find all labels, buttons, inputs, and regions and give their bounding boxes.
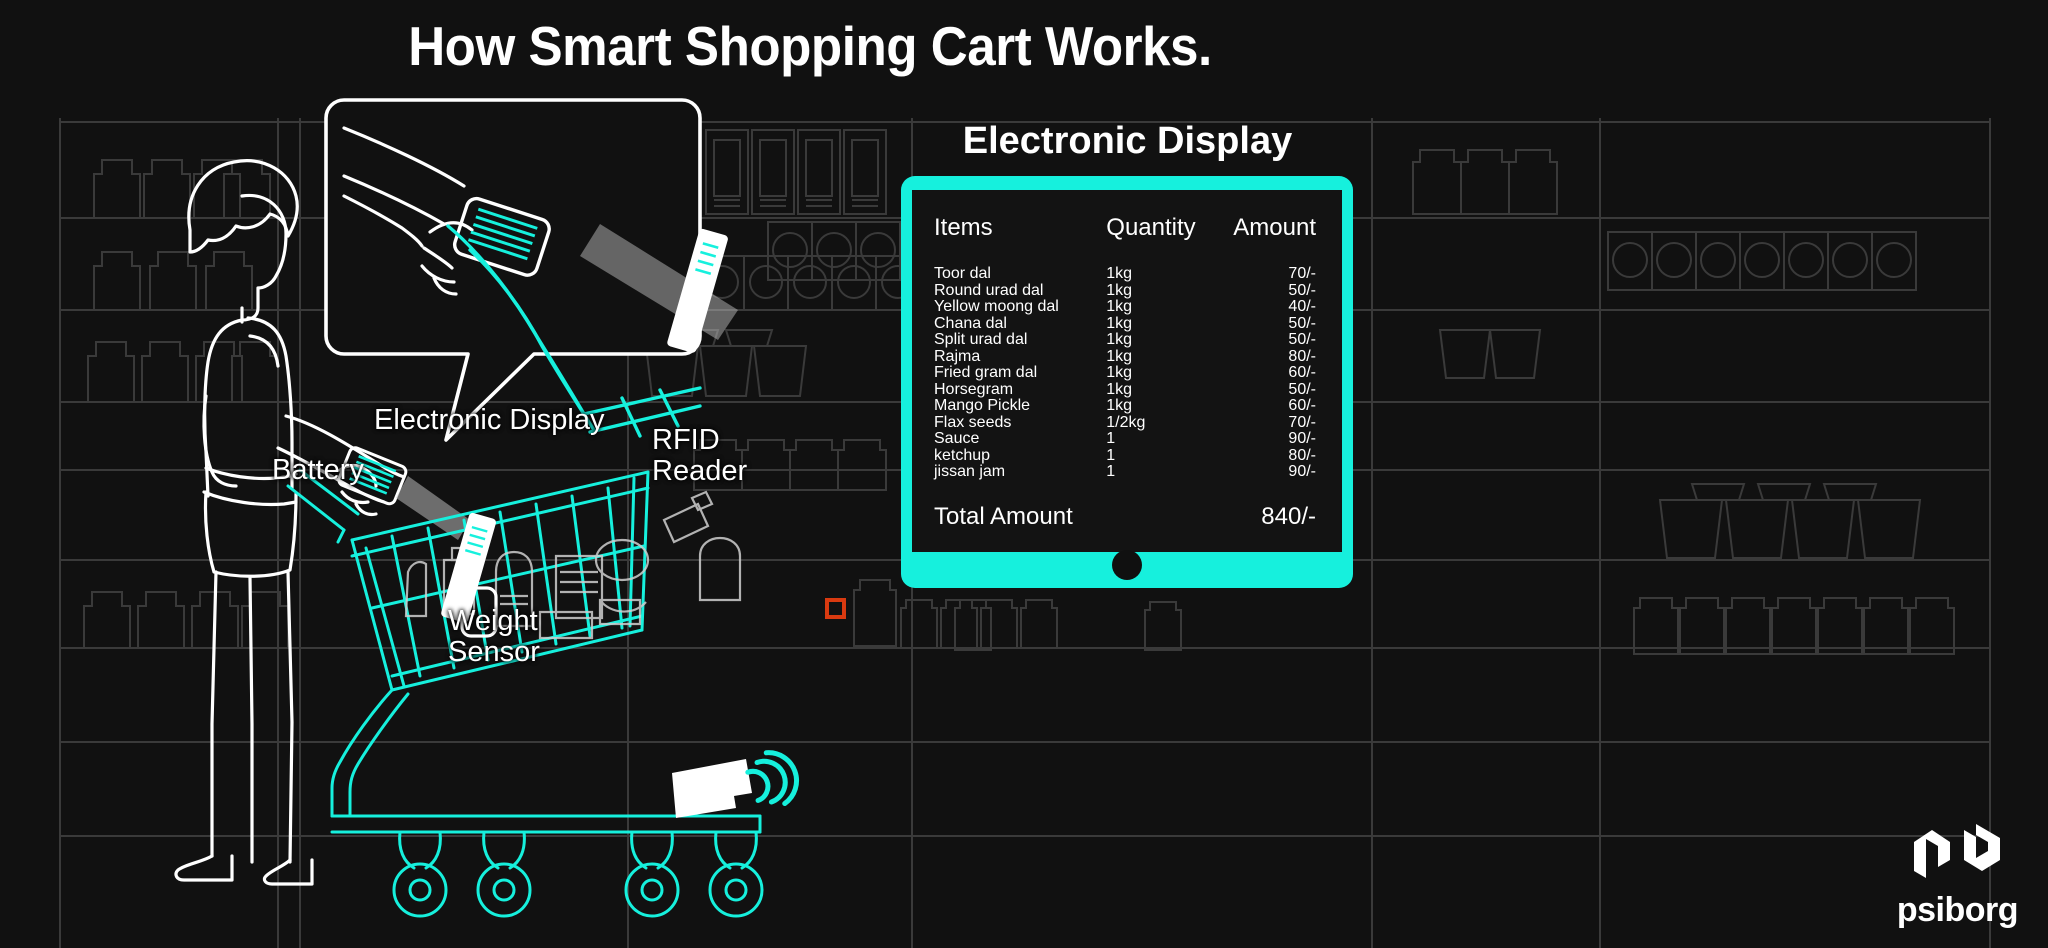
total-amount: 840/- [1261, 502, 1316, 530]
cell-quantity: 1 [1106, 446, 1116, 464]
column-header-quantity: Quantity [1106, 214, 1196, 241]
cell-item: Toor dal [934, 265, 991, 282]
table-row: Split urad dal 1kg 50/- [934, 331, 1320, 349]
label-rfid-reader: RFID Reader [652, 424, 748, 488]
table-row: Chana dal 1kg 50/- [934, 314, 1320, 333]
infographic-canvas: How Smart Shopping Cart Works. Electroni… [0, 0, 2048, 948]
cell-item: Fried gram dal [934, 364, 1038, 381]
table-row: ketchup 1 80/- [934, 446, 1320, 465]
bill-rows: Toor dal 1kg 70/- Round urad dal 1kg 50/- Yell… [934, 265, 1320, 481]
cell-amount: 70/- [1288, 265, 1316, 282]
cell-item: Sauce [934, 430, 980, 447]
cell-quantity: 1kg [1106, 281, 1133, 299]
cell-quantity: 1kg [1106, 347, 1133, 365]
cell-item: Split urad dal [934, 331, 1028, 348]
table-row: jissan jam 1 90/- [934, 463, 1320, 481]
cell-item: Chana dal [934, 314, 1007, 332]
cell-amount: 60/- [1288, 364, 1316, 381]
cell-quantity: 1kg [1106, 397, 1133, 414]
column-header-items: Items [934, 214, 993, 241]
total-label: Total Amount [934, 502, 1073, 530]
label-weight-sensor: Weight Sensor [448, 605, 540, 669]
cell-item: Yellow moong dal [934, 298, 1059, 315]
cell-amount: 40/- [1288, 298, 1316, 315]
cell-amount: 50/- [1288, 314, 1316, 332]
cell-quantity: 1kg [1106, 265, 1133, 282]
electronic-display-heading: Electronic Display [962, 120, 1293, 162]
pb-monogram-icon [1914, 824, 2001, 878]
table-row: Round urad dal 1kg 50/- [934, 281, 1320, 300]
wireless-signal-icon [745, 750, 800, 807]
cell-item: jissan jam [934, 463, 1006, 480]
cell-item: Flax seeds [934, 413, 1012, 431]
tablet-device: Items Quantity Amount Toor dal 1kg 70/- Rou… [901, 176, 1353, 588]
table-row: Toor dal 1kg 70/- [934, 265, 1320, 283]
cell-amount: 50/- [1288, 380, 1316, 398]
shopping-cart [286, 468, 764, 918]
tablet-screen: Items Quantity Amount Toor dal 1kg 70/- Rou… [912, 190, 1342, 552]
cell-amount: 80/- [1288, 347, 1316, 365]
cell-amount: 60/- [1288, 397, 1316, 414]
cell-quantity: 1 [1106, 430, 1116, 447]
total-row: Total Amount 840/- [934, 503, 1320, 531]
cell-item: Round urad dal [934, 281, 1044, 299]
cell-amount: 90/- [1288, 430, 1316, 447]
table-row: Horsegram 1kg 50/- [934, 380, 1320, 399]
label-electronic-display: Electronic Display [374, 404, 605, 436]
table-row: Mango Pickle 1kg 60/- [934, 397, 1320, 415]
cell-item: Horsegram [934, 380, 1014, 398]
cell-quantity: 1 [1106, 463, 1116, 480]
cell-quantity: 1kg [1106, 298, 1133, 315]
column-header-amount: Amount [1233, 214, 1316, 241]
cell-item: Rajma [934, 347, 981, 365]
table-row: Flax seeds 1/2kg 70/- [934, 413, 1320, 432]
table-row: Sauce 1 90/- [934, 430, 1320, 448]
cell-quantity: 1kg [1106, 364, 1133, 381]
cell-amount: 90/- [1288, 463, 1316, 480]
magnified-scan-callout [324, 98, 738, 442]
weight-sensor-pad [672, 759, 752, 818]
cell-quantity: 1kg [1106, 331, 1133, 348]
home-button[interactable] [1112, 550, 1142, 580]
table-row: Rajma 1kg 80/- [934, 347, 1320, 366]
cell-quantity: 1/2kg [1106, 413, 1146, 431]
table-row: Fried gram dal 1kg 60/- [934, 364, 1320, 382]
label-battery: Battery [272, 454, 364, 486]
logo-wordmark: psiborg [1896, 891, 2019, 929]
bill-table: Items Quantity Amount Toor dal 1kg 70/- Rou… [934, 214, 1320, 481]
cell-item: Mango Pickle [934, 397, 1031, 414]
cell-amount: 80/- [1288, 446, 1316, 464]
cell-item: ketchup [934, 446, 991, 464]
cell-quantity: 1kg [1106, 380, 1133, 398]
table-header-row: Items Quantity Amount [934, 214, 1320, 266]
cell-amount: 50/- [1288, 281, 1316, 299]
psiborg-logo: psiborg [1896, 824, 2019, 930]
cell-quantity: 1kg [1106, 314, 1133, 332]
rfid-marker-icon [825, 598, 846, 619]
table-row: Yellow moong dal 1kg 40/- [934, 298, 1320, 316]
cell-amount: 70/- [1288, 413, 1316, 431]
cell-amount: 50/- [1288, 331, 1316, 348]
